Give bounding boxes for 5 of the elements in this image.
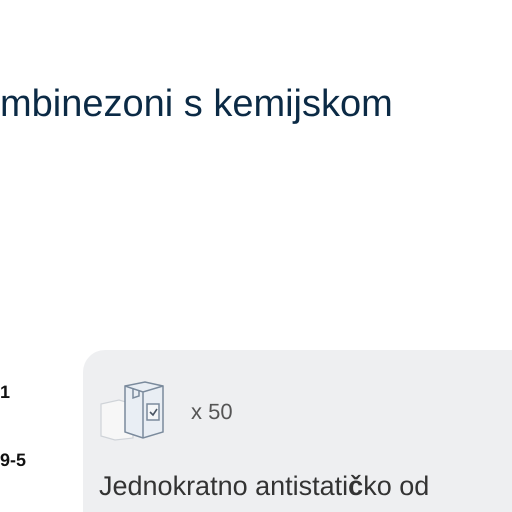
spec-label: 1: [0, 381, 10, 404]
product-description: Jednokratno antistatičko od: [99, 470, 430, 502]
spec-label: 9-5: [0, 449, 26, 472]
page-heading: mbinezoni s kemijskom: [0, 82, 393, 127]
quantity-label: x 50: [191, 398, 233, 426]
